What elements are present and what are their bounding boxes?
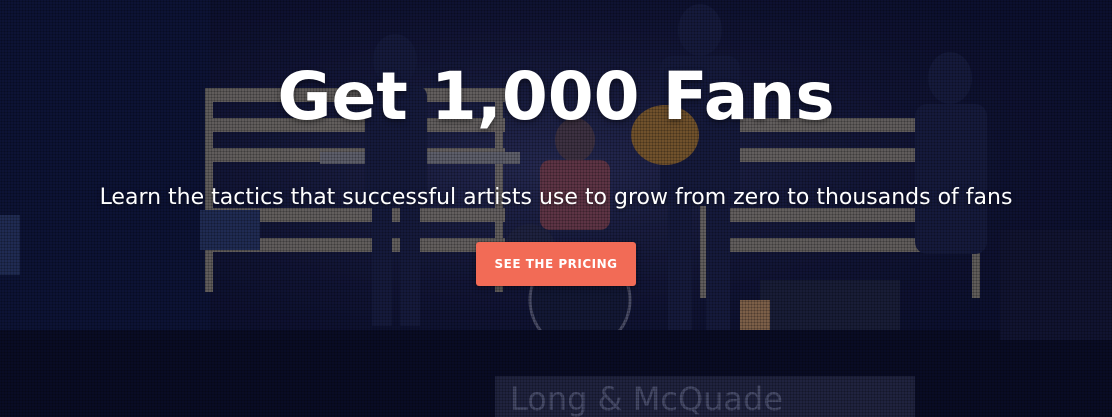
see-the-pricing-button[interactable]: SEE THE PRICING bbox=[476, 242, 636, 286]
hero-subheadline: Learn the tactics that successful artist… bbox=[99, 185, 1013, 210]
hero-headline: Get 1,000 Fans bbox=[277, 58, 835, 135]
hero-section: Long & McQuade Get 1,000 Fans Learn the … bbox=[0, 0, 1112, 417]
